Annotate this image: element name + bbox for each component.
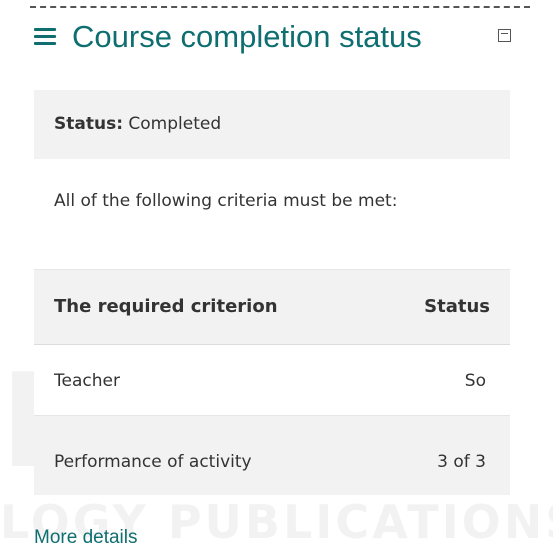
table-row: Performance of activity 3 of 3 (34, 416, 510, 495)
header-criterion: The required criterion (54, 296, 278, 317)
table-row: Teacher So (34, 345, 510, 416)
hamburger-menu-icon[interactable] (34, 28, 56, 45)
more-details-link[interactable]: More details (34, 527, 138, 549)
top-dashed-border (30, 6, 530, 8)
criteria-note: All of the following criteria must be me… (54, 191, 398, 211)
collapse-icon[interactable] (498, 29, 511, 42)
status-row: Status: Completed (34, 90, 510, 159)
table-header: The required criterion Status (34, 269, 510, 345)
status-value: Completed (128, 114, 222, 134)
block-header: Course completion status (34, 16, 514, 58)
status-cell: So (464, 371, 486, 391)
block-title: Course completion status (72, 19, 422, 54)
status-cell: 3 of 3 (437, 452, 486, 472)
header-status: Status (424, 296, 490, 317)
criterion-cell: Performance of activity (54, 452, 252, 472)
criterion-cell: Teacher (54, 371, 120, 391)
status-text: Status: Completed (54, 114, 221, 134)
status-label: Status: (54, 114, 123, 134)
